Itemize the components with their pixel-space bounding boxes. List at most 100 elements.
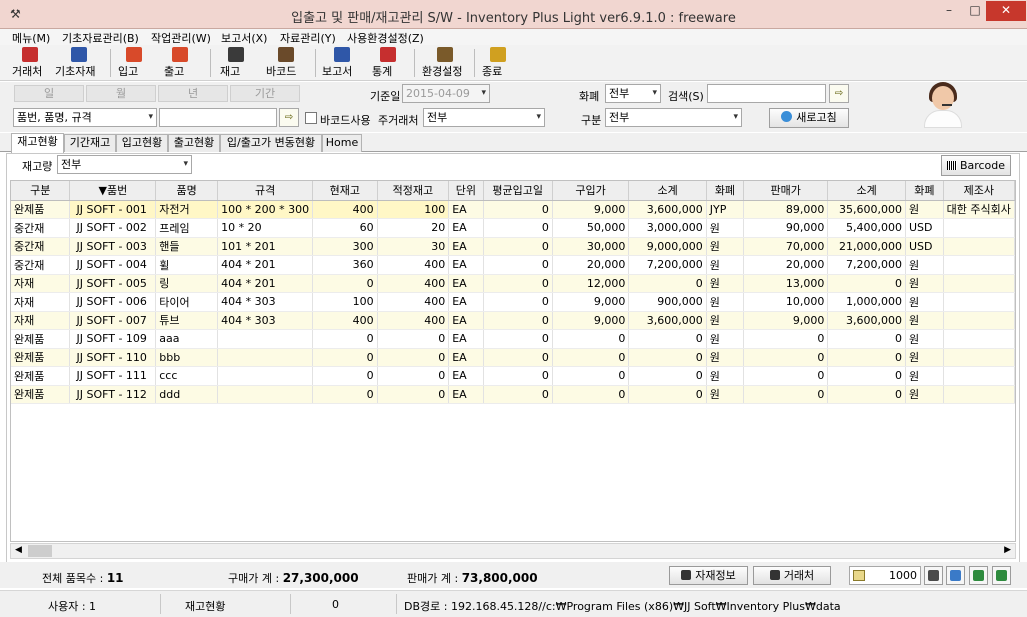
table-cell[interactable]: JJ SOFT - 006 [69,292,157,312]
table-cell[interactable]: 21,000,000 [827,237,906,256]
column-header[interactable]: 구입가 [552,181,630,201]
column-header[interactable]: 소계 [827,181,906,201]
column-header[interactable]: 평균입고일 [483,181,553,201]
table-cell[interactable]: 대한 주식회사 [943,200,1015,219]
report-button[interactable]: 보고서 [322,47,362,79]
table-cell[interactable]: 원 [706,366,745,386]
menu-main[interactable]: 메뉴(M) [12,30,50,46]
table-cell[interactable]: ccc [155,366,219,386]
exit-button[interactable]: 종료 [482,47,514,79]
table-cell[interactable]: 0 [628,329,707,349]
table-cell[interactable]: 360 [312,255,378,275]
table-cell[interactable]: 404 * 201 [217,255,314,275]
column-header[interactable]: 규격 [217,181,314,201]
table-cell[interactable]: bbb [155,348,219,367]
partner-button[interactable]: 거래처 [753,566,831,585]
table-cell[interactable] [943,292,1015,312]
table-cell[interactable]: 원 [905,200,944,219]
material-info-button[interactable]: 자재정보 [669,566,748,585]
table-cell[interactable]: 0 [312,366,378,386]
table-cell[interactable]: 0 [552,366,630,386]
table-cell[interactable]: 0 [483,255,553,275]
table-cell[interactable]: 3,000,000 [628,218,707,238]
table-row[interactable]: 자재 JJ SOFT - 006 타이어 404 * 303 100 400 EA 0 9,00… [11,292,1015,312]
table-cell[interactable]: JYP [706,200,745,219]
table-cell[interactable] [943,255,1015,275]
table-cell[interactable]: 404 * 201 [217,274,314,293]
table-cell[interactable] [943,329,1015,349]
table-cell[interactable]: 0 [483,329,553,349]
table-cell[interactable]: 원 [905,329,944,349]
keyword-go-button[interactable]: ⇨ [279,108,299,127]
table-cell[interactable] [217,348,314,367]
table-row[interactable]: 중간재 JJ SOFT - 003 핸들 101 * 201 300 30 EA 0 30,00… [11,237,1015,256]
table-cell[interactable]: 원 [905,311,944,330]
table-cell[interactable]: 50,000 [552,218,630,238]
table-cell[interactable]: 원 [905,366,944,386]
table-row[interactable]: 자재 JJ SOFT - 007 튜브 404 * 303 400 400 EA 0 9,000… [11,311,1015,330]
inbound-button[interactable]: 입고 [118,47,150,79]
search-scope-select[interactable]: 품번, 품명, 규격 ▾ [13,108,157,127]
table-cell[interactable] [943,237,1015,256]
tab-outbound-status[interactable]: 출고현황 [168,134,220,152]
table-cell[interactable]: USD [905,218,944,238]
export-button[interactable] [992,566,1011,585]
table-cell[interactable]: 1,000,000 [827,292,906,312]
period-range-button[interactable]: 기간 [230,85,300,102]
table-cell[interactable]: 0 [377,366,450,386]
table-cell[interactable]: 400 [377,292,450,312]
column-header[interactable]: 구분 [11,181,71,201]
table-cell[interactable]: 0 [743,366,829,386]
table-cell[interactable]: 90,000 [743,218,829,238]
table-cell[interactable]: EA [448,366,484,386]
print-button[interactable] [946,566,965,585]
category-select[interactable]: 전부 ▾ [605,108,742,127]
column-header[interactable]: 제조사 [943,181,1015,201]
camera-button[interactable] [924,566,943,585]
table-cell[interactable]: 100 [312,292,378,312]
table-cell[interactable]: JJ SOFT - 109 [69,329,157,349]
table-row[interactable]: 완제품 JJ SOFT - 109 aaa 0 0 EA 0 0 0 원 0 0 원 [11,329,1015,349]
table-cell[interactable]: 0 [483,292,553,312]
table-cell[interactable]: USD [905,237,944,256]
table-cell[interactable]: 프레임 [155,218,219,238]
table-cell[interactable]: 휠 [155,255,219,275]
period-day-button[interactable]: 일 [14,85,84,102]
table-cell[interactable]: 0 [827,348,906,367]
scroll-left-icon[interactable]: ◀ [15,545,22,555]
table-cell[interactable]: 400 [377,311,450,330]
column-header[interactable]: 화폐 [706,181,745,201]
table-cell[interactable]: 30,000 [552,237,630,256]
currency-select[interactable]: 전부 ▾ [605,84,661,103]
table-cell[interactable]: 404 * 303 [217,311,314,330]
table-cell[interactable]: 0 [483,348,553,367]
search-input[interactable] [707,84,826,103]
table-cell[interactable]: EA [448,329,484,349]
table-cell[interactable]: JJ SOFT - 007 [69,311,157,330]
table-cell[interactable]: JJ SOFT - 004 [69,255,157,275]
table-cell[interactable]: 원 [706,237,745,256]
table-cell[interactable]: 0 [483,218,553,238]
table-cell[interactable]: EA [448,385,484,404]
table-cell[interactable] [217,329,314,349]
table-cell[interactable]: 7,200,000 [827,255,906,275]
table-cell[interactable]: 원 [905,255,944,275]
table-cell[interactable]: 35,600,000 [827,200,906,219]
table-cell[interactable]: 400 [312,200,378,219]
table-cell[interactable]: 30 [377,237,450,256]
table-cell[interactable]: JJ SOFT - 003 [69,237,157,256]
table-cell[interactable]: 완제품 [11,348,71,367]
page-size-field[interactable]: 1000 [849,566,921,585]
table-cell[interactable]: 900,000 [628,292,707,312]
table-cell[interactable]: 89,000 [743,200,829,219]
stats-button[interactable]: 통계 [372,47,404,79]
menu-report[interactable]: 보고서(X) [221,30,267,46]
table-cell[interactable]: 0 [552,348,630,367]
keyword-input[interactable] [159,108,277,127]
table-row[interactable]: 중간재 JJ SOFT - 002 프레임 10 * 20 60 20 EA 0 50,000 3… [11,218,1015,238]
refresh-button[interactable]: 새로고침 [769,108,849,128]
table-cell[interactable]: 9,000 [743,311,829,330]
table-cell[interactable]: 0 [827,385,906,404]
table-cell[interactable]: 0 [743,348,829,367]
table-cell[interactable]: EA [448,348,484,367]
